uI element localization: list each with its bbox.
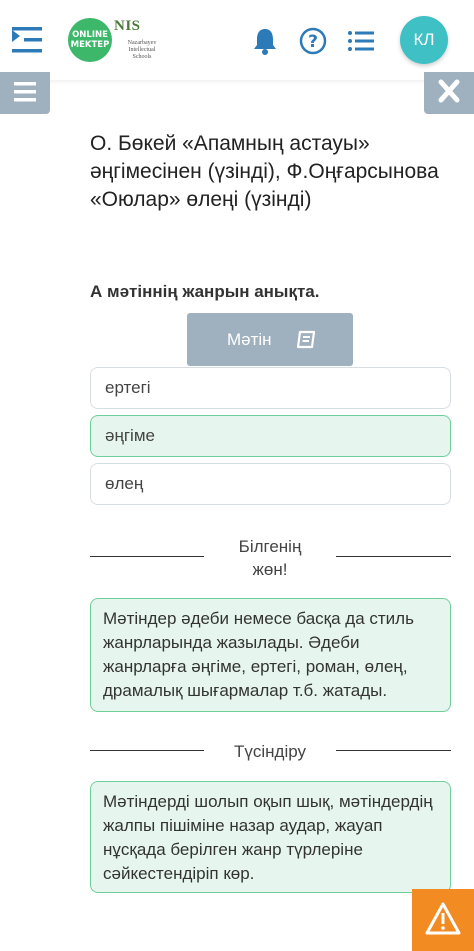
- top-bar: ONLINE MEKTEP NIS Nazarbayev Intellectua…: [0, 0, 474, 80]
- close-icon: [438, 79, 460, 103]
- close-button[interactable]: [424, 72, 474, 114]
- hint-box: Мәтіндер әдеби немесе басқа да стиль жан…: [90, 598, 451, 712]
- book-icon: [296, 330, 316, 349]
- sidebar-menu-button[interactable]: [0, 72, 50, 114]
- divider: [336, 556, 451, 557]
- answer-option-angime[interactable]: әңгіме: [90, 415, 451, 457]
- report-problem-button[interactable]: [412, 889, 474, 951]
- divider: [336, 750, 451, 751]
- show-text-button[interactable]: Мәтін: [187, 313, 353, 366]
- svg-text:?: ?: [308, 32, 318, 52]
- answer-option-ertegi[interactable]: ертегі: [90, 367, 451, 409]
- nis-logo: NIS Nazarbayev Intellectual Schools: [114, 18, 157, 60]
- avatar[interactable]: КЛ: [400, 16, 448, 64]
- online-mektep-logo[interactable]: ONLINE MEKTEP: [68, 18, 112, 62]
- bell-icon[interactable]: [250, 26, 280, 56]
- divider: [90, 556, 204, 557]
- help-icon[interactable]: ?: [298, 26, 328, 56]
- hamburger-icon: [14, 82, 36, 102]
- menu-toggle-icon[interactable]: [10, 24, 44, 56]
- lesson-title: О. Бөкей «Апамның астауы» әңгімесінен (ү…: [90, 132, 439, 211]
- answer-option-olen[interactable]: өлең: [90, 463, 451, 505]
- question-text: А мәтіннің жанрын анықта.: [90, 282, 320, 301]
- list-icon[interactable]: [346, 26, 376, 56]
- hint-heading: Білгенің жөн!: [238, 537, 302, 579]
- explanation-heading: Түсіндіру: [233, 742, 306, 761]
- divider: [90, 750, 204, 751]
- show-text-label: Мәтін: [227, 330, 272, 349]
- explanation-box: Мәтіндерді шолып оқып шық, мәтіндердің ж…: [90, 781, 451, 893]
- warning-icon: [425, 902, 461, 935]
